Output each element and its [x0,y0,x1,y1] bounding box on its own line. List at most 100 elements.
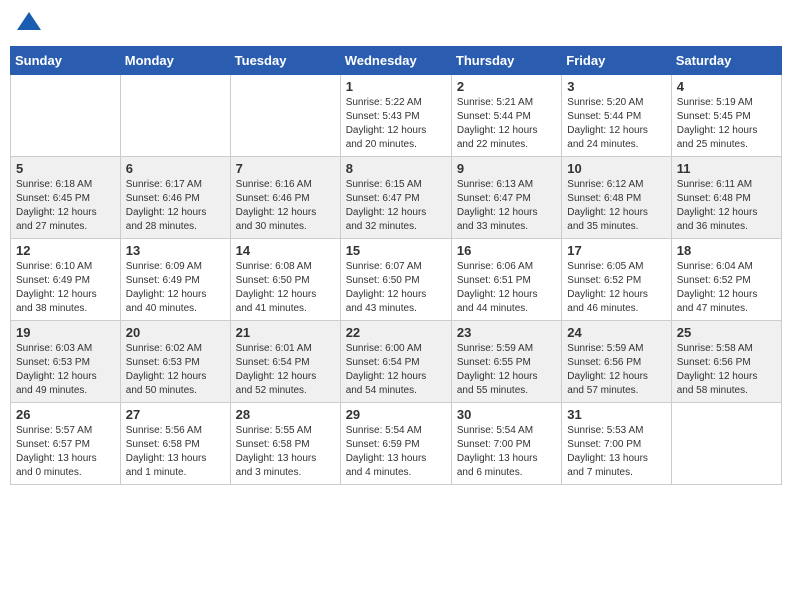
calendar-cell: 26 Sunrise: 5:57 AM Sunset: 6:57 PM Dayli… [11,403,121,485]
weekday-header-sunday: Sunday [11,47,121,75]
logo [15,10,47,38]
day-info: Sunrise: 6:05 AM Sunset: 6:52 PM Dayligh… [567,260,665,316]
day-number: 28 [236,407,335,422]
day-number: 14 [236,243,335,258]
day-number: 13 [126,243,225,258]
week-row-1: 1Sunrise: 5:22 AM Sunset: 5:43 PM Daylig… [11,75,782,157]
day-number: 8 [346,161,446,176]
day-number: 18 [677,243,776,258]
day-number: 23 [457,325,556,340]
day-info: Sunrise: 6:11 AM Sunset: 6:48 PM Dayligh… [677,178,776,234]
page-header [10,10,782,38]
day-info: Sunrise: 6:01 AM Sunset: 6:54 PM Dayligh… [236,342,335,398]
day-info: Sunrise: 6:06 AM Sunset: 6:51 PM Dayligh… [457,260,556,316]
day-info: Sunrise: 5:55 AM Sunset: 6:58 PM Dayligh… [236,424,335,480]
day-info: Sunrise: 6:10 AM Sunset: 6:49 PM Dayligh… [16,260,115,316]
calendar-cell: 3 Sunrise: 5:20 AM Sunset: 5:44 PM Daylig… [562,75,671,157]
day-number: 29 [346,407,446,422]
weekday-header-row: SundayMondayTuesdayWednesdayThursdayFrid… [11,47,782,75]
logo-icon [15,10,43,38]
day-number: 19 [16,325,115,340]
day-info: Sunrise: 6:12 AM Sunset: 6:48 PM Dayligh… [567,178,665,234]
weekday-header-wednesday: Wednesday [340,47,451,75]
day-info: Sunrise: 6:02 AM Sunset: 6:53 PM Dayligh… [126,342,225,398]
day-number: 20 [126,325,225,340]
day-number: 16 [457,243,556,258]
calendar-cell: 24 Sunrise: 5:59 AM Sunset: 6:56 PM Dayli… [562,321,671,403]
calendar-cell: 1Sunrise: 5:22 AM Sunset: 5:43 PM Daylig… [340,75,451,157]
day-info: Sunrise: 5:56 AM Sunset: 6:58 PM Dayligh… [126,424,225,480]
week-row-2: 5 Sunrise: 6:18 AM Sunset: 6:45 PM Daylig… [11,157,782,239]
day-number: 22 [346,325,446,340]
calendar-cell: 10Sunrise: 6:12 AM Sunset: 6:48 PM Dayli… [562,157,671,239]
calendar-cell: 23 Sunrise: 5:59 AM Sunset: 6:55 PM Dayli… [451,321,561,403]
day-info: Sunrise: 6:13 AM Sunset: 6:47 PM Dayligh… [457,178,556,234]
day-info: Sunrise: 5:59 AM Sunset: 6:56 PM Dayligh… [567,342,665,398]
day-info: Sunrise: 6:03 AM Sunset: 6:53 PM Dayligh… [16,342,115,398]
weekday-header-tuesday: Tuesday [230,47,340,75]
calendar-cell: 4 Sunrise: 5:19 AM Sunset: 5:45 PM Daylig… [671,75,781,157]
calendar-cell [230,75,340,157]
calendar-cell: 31 Sunrise: 5:53 AM Sunset: 7:00 PM Dayli… [562,403,671,485]
day-info: Sunrise: 5:57 AM Sunset: 6:57 PM Dayligh… [16,424,115,480]
calendar-table: SundayMondayTuesdayWednesdayThursdayFrid… [10,46,782,485]
day-number: 31 [567,407,665,422]
day-info: Sunrise: 6:15 AM Sunset: 6:47 PM Dayligh… [346,178,446,234]
weekday-header-friday: Friday [562,47,671,75]
calendar-cell [11,75,121,157]
day-number: 4 [677,79,776,94]
calendar-cell: 30 Sunrise: 5:54 AM Sunset: 7:00 PM Dayli… [451,403,561,485]
day-info: Sunrise: 6:07 AM Sunset: 6:50 PM Dayligh… [346,260,446,316]
day-number: 12 [16,243,115,258]
calendar-cell: 17 Sunrise: 6:05 AM Sunset: 6:52 PM Dayli… [562,239,671,321]
calendar-cell: 28 Sunrise: 5:55 AM Sunset: 6:58 PM Dayli… [230,403,340,485]
day-number: 5 [16,161,115,176]
weekday-header-saturday: Saturday [671,47,781,75]
day-number: 2 [457,79,556,94]
calendar-cell: 27 Sunrise: 5:56 AM Sunset: 6:58 PM Dayli… [120,403,230,485]
day-info: Sunrise: 6:18 AM Sunset: 6:45 PM Dayligh… [16,178,115,234]
calendar-cell: 19 Sunrise: 6:03 AM Sunset: 6:53 PM Dayli… [11,321,121,403]
day-number: 1 [346,79,446,94]
day-info: Sunrise: 5:58 AM Sunset: 6:56 PM Dayligh… [677,342,776,398]
calendar-cell [120,75,230,157]
day-number: 30 [457,407,556,422]
day-number: 15 [346,243,446,258]
day-info: Sunrise: 6:08 AM Sunset: 6:50 PM Dayligh… [236,260,335,316]
day-number: 9 [457,161,556,176]
day-info: Sunrise: 6:00 AM Sunset: 6:54 PM Dayligh… [346,342,446,398]
day-number: 3 [567,79,665,94]
calendar-cell: 13Sunrise: 6:09 AM Sunset: 6:49 PM Dayli… [120,239,230,321]
calendar-cell: 8 Sunrise: 6:15 AM Sunset: 6:47 PM Daylig… [340,157,451,239]
calendar-cell: 25Sunrise: 5:58 AM Sunset: 6:56 PM Dayli… [671,321,781,403]
calendar-cell: 11 Sunrise: 6:11 AM Sunset: 6:48 PM Dayli… [671,157,781,239]
day-number: 11 [677,161,776,176]
calendar-cell: 12 Sunrise: 6:10 AM Sunset: 6:49 PM Dayli… [11,239,121,321]
calendar-cell: 21 Sunrise: 6:01 AM Sunset: 6:54 PM Dayli… [230,321,340,403]
day-number: 17 [567,243,665,258]
day-info: Sunrise: 5:53 AM Sunset: 7:00 PM Dayligh… [567,424,665,480]
calendar-cell [671,403,781,485]
calendar-cell: 18Sunrise: 6:04 AM Sunset: 6:52 PM Dayli… [671,239,781,321]
day-info: Sunrise: 5:54 AM Sunset: 7:00 PM Dayligh… [457,424,556,480]
calendar-cell: 29 Sunrise: 5:54 AM Sunset: 6:59 PM Dayli… [340,403,451,485]
day-info: Sunrise: 5:20 AM Sunset: 5:44 PM Dayligh… [567,96,665,152]
weekday-header-thursday: Thursday [451,47,561,75]
day-number: 21 [236,325,335,340]
calendar-cell: 16 Sunrise: 6:06 AM Sunset: 6:51 PM Dayli… [451,239,561,321]
day-info: Sunrise: 5:54 AM Sunset: 6:59 PM Dayligh… [346,424,446,480]
calendar-cell: 20 Sunrise: 6:02 AM Sunset: 6:53 PM Dayli… [120,321,230,403]
calendar-cell: 7 Sunrise: 6:16 AM Sunset: 6:46 PM Daylig… [230,157,340,239]
calendar-cell: 14 Sunrise: 6:08 AM Sunset: 6:50 PM Dayli… [230,239,340,321]
day-info: Sunrise: 6:16 AM Sunset: 6:46 PM Dayligh… [236,178,335,234]
day-number: 7 [236,161,335,176]
week-row-4: 19 Sunrise: 6:03 AM Sunset: 6:53 PM Dayli… [11,321,782,403]
day-number: 6 [126,161,225,176]
day-info: Sunrise: 5:21 AM Sunset: 5:44 PM Dayligh… [457,96,556,152]
day-number: 26 [16,407,115,422]
day-info: Sunrise: 5:59 AM Sunset: 6:55 PM Dayligh… [457,342,556,398]
day-number: 27 [126,407,225,422]
day-number: 24 [567,325,665,340]
day-info: Sunrise: 5:19 AM Sunset: 5:45 PM Dayligh… [677,96,776,152]
weekday-header-monday: Monday [120,47,230,75]
